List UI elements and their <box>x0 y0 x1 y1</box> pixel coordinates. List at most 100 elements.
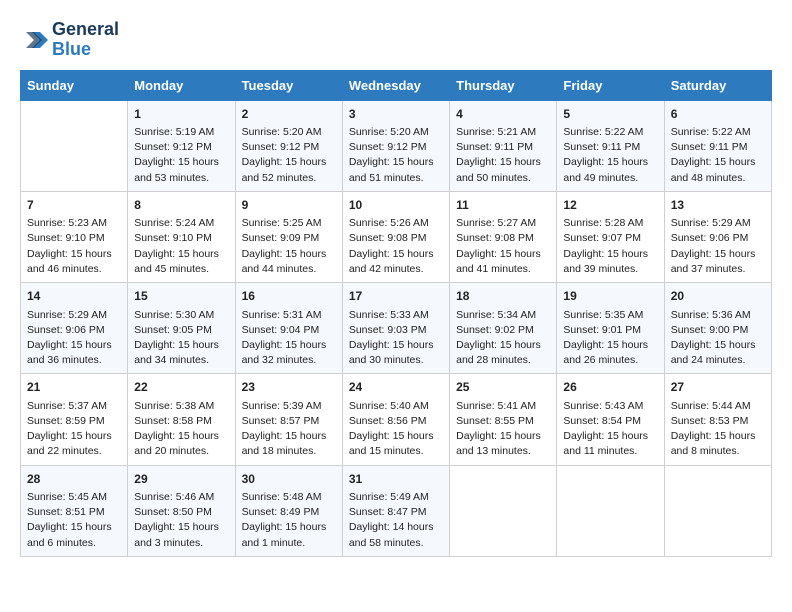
logo-icon <box>20 26 48 54</box>
day-info-line: Sunrise: 5:38 AM <box>134 399 228 414</box>
day-info-line: Sunrise: 5:22 AM <box>563 125 657 140</box>
day-number: 23 <box>242 379 336 396</box>
calendar-cell <box>450 465 557 556</box>
calendar-cell: 11Sunrise: 5:27 AMSunset: 9:08 PMDayligh… <box>450 191 557 282</box>
day-number: 15 <box>134 288 228 305</box>
day-info-line: Sunrise: 5:22 AM <box>671 125 765 140</box>
calendar-cell: 21Sunrise: 5:37 AMSunset: 8:59 PMDayligh… <box>21 374 128 465</box>
day-info-line: and 26 minutes. <box>563 353 657 368</box>
day-info-line: and 50 minutes. <box>456 171 550 186</box>
calendar-cell: 2 Sunrise: 5:20 AMSunset: 9:12 PMDaylight… <box>235 100 342 191</box>
day-number: 18 <box>456 288 550 305</box>
day-number: 7 <box>27 197 121 214</box>
day-info-line: Sunset: 9:06 PM <box>27 323 121 338</box>
day-info-line: Sunset: 8:47 PM <box>349 505 443 520</box>
day-info-line: Sunset: 9:01 PM <box>563 323 657 338</box>
day-info-line: Sunrise: 5:19 AM <box>134 125 228 140</box>
day-info-line: and 15 minutes. <box>349 444 443 459</box>
day-info-line: Sunset: 9:07 PM <box>563 231 657 246</box>
calendar-cell: 10Sunrise: 5:26 AMSunset: 9:08 PMDayligh… <box>342 191 449 282</box>
day-number: 16 <box>242 288 336 305</box>
day-info-line: and 49 minutes. <box>563 171 657 186</box>
day-number: 2 <box>242 106 336 123</box>
calendar-cell: 22Sunrise: 5:38 AMSunset: 8:58 PMDayligh… <box>128 374 235 465</box>
day-info-line: Daylight: 15 hours <box>456 155 550 170</box>
calendar-cell: 13Sunrise: 5:29 AMSunset: 9:06 PMDayligh… <box>664 191 771 282</box>
day-number: 22 <box>134 379 228 396</box>
calendar-week-3: 14Sunrise: 5:29 AMSunset: 9:06 PMDayligh… <box>21 283 772 374</box>
day-info-line: Sunrise: 5:28 AM <box>563 216 657 231</box>
day-info-line: Sunrise: 5:46 AM <box>134 490 228 505</box>
day-info-line: Sunset: 9:12 PM <box>134 140 228 155</box>
day-info-line: Daylight: 15 hours <box>349 155 443 170</box>
day-info-line: and 11 minutes. <box>563 444 657 459</box>
day-info-line: Sunrise: 5:25 AM <box>242 216 336 231</box>
day-info-line: and 20 minutes. <box>134 444 228 459</box>
day-number: 1 <box>134 106 228 123</box>
day-number: 3 <box>349 106 443 123</box>
calendar-cell: 23Sunrise: 5:39 AMSunset: 8:57 PMDayligh… <box>235 374 342 465</box>
page-header: General Blue <box>20 20 772 60</box>
day-info-line: and 32 minutes. <box>242 353 336 368</box>
day-info-line: Daylight: 15 hours <box>27 247 121 262</box>
day-info-line: Sunset: 9:12 PM <box>242 140 336 155</box>
logo-text: General Blue <box>52 20 119 60</box>
day-info-line: Sunset: 8:55 PM <box>456 414 550 429</box>
calendar-cell <box>664 465 771 556</box>
day-number: 30 <box>242 471 336 488</box>
day-info-line: Daylight: 15 hours <box>349 429 443 444</box>
day-info-line: Daylight: 15 hours <box>671 429 765 444</box>
header-day-sunday: Sunday <box>21 70 128 100</box>
day-number: 17 <box>349 288 443 305</box>
calendar-cell: 15 Sunrise: 5:30 AMSunset: 9:05 PMDayligh… <box>128 283 235 374</box>
day-number: 10 <box>349 197 443 214</box>
logo-line1: General <box>52 20 119 40</box>
day-info-line: Daylight: 15 hours <box>456 429 550 444</box>
day-info-line: Sunset: 9:05 PM <box>134 323 228 338</box>
day-info-line: Daylight: 15 hours <box>242 520 336 535</box>
day-info-line: and 18 minutes. <box>242 444 336 459</box>
day-info-line: Sunrise: 5:41 AM <box>456 399 550 414</box>
header-day-tuesday: Tuesday <box>235 70 342 100</box>
day-number: 9 <box>242 197 336 214</box>
day-info-line: Sunrise: 5:24 AM <box>134 216 228 231</box>
day-info-line: Sunrise: 5:29 AM <box>671 216 765 231</box>
day-number: 6 <box>671 106 765 123</box>
day-info-line: Sunrise: 5:45 AM <box>27 490 121 505</box>
day-info-line: Sunrise: 5:20 AM <box>349 125 443 140</box>
day-number: 20 <box>671 288 765 305</box>
header-day-monday: Monday <box>128 70 235 100</box>
day-info-line: Sunrise: 5:35 AM <box>563 308 657 323</box>
day-info-line: Sunrise: 5:30 AM <box>134 308 228 323</box>
day-info-line: and 51 minutes. <box>349 171 443 186</box>
day-info-line: and 53 minutes. <box>134 171 228 186</box>
calendar-cell: 20Sunrise: 5:36 AMSunset: 9:00 PMDayligh… <box>664 283 771 374</box>
day-number: 31 <box>349 471 443 488</box>
calendar-week-1: 1Sunrise: 5:19 AMSunset: 9:12 PMDaylight… <box>21 100 772 191</box>
day-info-line: Sunrise: 5:20 AM <box>242 125 336 140</box>
calendar-cell: 5Sunrise: 5:22 AMSunset: 9:11 PMDaylight… <box>557 100 664 191</box>
day-number: 29 <box>134 471 228 488</box>
day-info-line: Daylight: 15 hours <box>349 338 443 353</box>
day-info-line: Sunrise: 5:40 AM <box>349 399 443 414</box>
day-info-line: Sunrise: 5:34 AM <box>456 308 550 323</box>
day-info-line: Sunrise: 5:31 AM <box>242 308 336 323</box>
day-info-line: Daylight: 15 hours <box>242 155 336 170</box>
day-info-line: Sunset: 8:54 PM <box>563 414 657 429</box>
day-info-line: Daylight: 15 hours <box>671 155 765 170</box>
day-info-line: Daylight: 15 hours <box>349 247 443 262</box>
calendar-cell: 29Sunrise: 5:46 AMSunset: 8:50 PMDayligh… <box>128 465 235 556</box>
calendar-cell <box>557 465 664 556</box>
day-info-line: Sunrise: 5:49 AM <box>349 490 443 505</box>
day-info-line: and 46 minutes. <box>27 262 121 277</box>
day-info-line: and 24 minutes. <box>671 353 765 368</box>
day-info-line: Daylight: 15 hours <box>27 338 121 353</box>
calendar-cell: 7Sunrise: 5:23 AMSunset: 9:10 PMDaylight… <box>21 191 128 282</box>
day-info-line: Sunset: 8:56 PM <box>349 414 443 429</box>
day-info-line: Sunrise: 5:48 AM <box>242 490 336 505</box>
calendar-week-2: 7Sunrise: 5:23 AMSunset: 9:10 PMDaylight… <box>21 191 772 282</box>
day-info-line: Sunset: 8:51 PM <box>27 505 121 520</box>
day-info-line: Daylight: 15 hours <box>563 429 657 444</box>
day-info-line: Daylight: 15 hours <box>134 338 228 353</box>
header-row: SundayMondayTuesdayWednesdayThursdayFrid… <box>21 70 772 100</box>
